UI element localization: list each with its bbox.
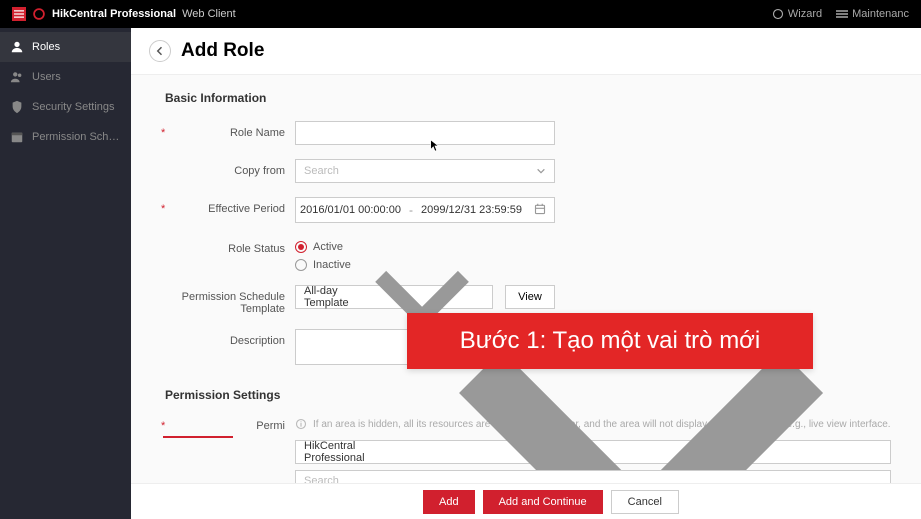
radio-dot-unchecked bbox=[295, 259, 307, 271]
maintenance-link[interactable]: Maintenanc bbox=[836, 8, 909, 20]
main-menu-icon[interactable] bbox=[12, 7, 26, 21]
brand-text-bold: HikCentral Professional bbox=[52, 8, 176, 20]
add-continue-button[interactable]: Add and Continue bbox=[483, 490, 603, 514]
sidebar-item-label: Security Settings bbox=[32, 101, 115, 113]
wizard-link[interactable]: Wizard bbox=[772, 8, 822, 20]
schedule-template-value: All-day Template bbox=[304, 285, 360, 309]
effective-period-label: Effective Period bbox=[165, 197, 295, 215]
maintenance-label: Maintenanc bbox=[852, 8, 909, 20]
section-basic-info-title: Basic Information bbox=[165, 91, 895, 105]
cancel-button[interactable]: Cancel bbox=[611, 490, 679, 514]
radio-dot-checked bbox=[295, 241, 307, 253]
page-title: Add Role bbox=[181, 40, 264, 62]
sidebar-item-security[interactable]: Security Settings bbox=[0, 92, 131, 122]
sidebar-item-users[interactable]: Users bbox=[0, 62, 131, 92]
tutorial-banner: Bước 1: Tạo một vai trò mới bbox=[407, 313, 813, 369]
date-start: 2016/01/01 00:00:00 bbox=[296, 204, 405, 216]
footer-actions: Add Add and Continue Cancel bbox=[131, 483, 921, 519]
brand-logo-icon bbox=[32, 7, 46, 21]
sidebar-item-label: Users bbox=[32, 71, 61, 83]
role-name-input[interactable] bbox=[295, 121, 555, 145]
chevron-down-icon bbox=[536, 166, 546, 176]
description-label: Description bbox=[165, 329, 295, 347]
schedule-template-label: Permission Schedule Template bbox=[165, 285, 295, 315]
radio-inactive-label: Inactive bbox=[313, 259, 351, 271]
banner-text: Bước 1: Tạo một vai trò mới bbox=[460, 327, 761, 355]
sidebar-item-roles[interactable]: Roles bbox=[0, 32, 131, 62]
sidebar-item-permission-schedule[interactable]: Permission Schedule Te... bbox=[0, 122, 131, 152]
add-button[interactable]: Add bbox=[423, 490, 475, 514]
sidebar-item-label: Permission Schedule Te... bbox=[32, 131, 121, 143]
copy-from-label: Copy from bbox=[165, 159, 295, 177]
tab-underline bbox=[163, 436, 233, 438]
brand-text-light: Web Client bbox=[182, 8, 236, 20]
info-icon bbox=[295, 418, 307, 430]
role-name-label: Role Name bbox=[165, 121, 295, 139]
sidebar: Roles Users Security Settings Permission… bbox=[0, 28, 131, 519]
permi-label: Permi bbox=[256, 420, 285, 432]
sidebar-item-label: Roles bbox=[32, 41, 60, 53]
copy-from-select[interactable]: Search bbox=[295, 159, 555, 183]
permission-product-select[interactable]: HikCentral Professional bbox=[295, 440, 891, 464]
permission-product-value: HikCentral Professional bbox=[304, 440, 400, 464]
copy-from-placeholder: Search bbox=[304, 165, 339, 177]
role-status-label: Role Status bbox=[165, 237, 295, 255]
wizard-label: Wizard bbox=[788, 8, 822, 20]
back-button[interactable] bbox=[149, 40, 171, 62]
radio-active-label: Active bbox=[313, 241, 343, 253]
